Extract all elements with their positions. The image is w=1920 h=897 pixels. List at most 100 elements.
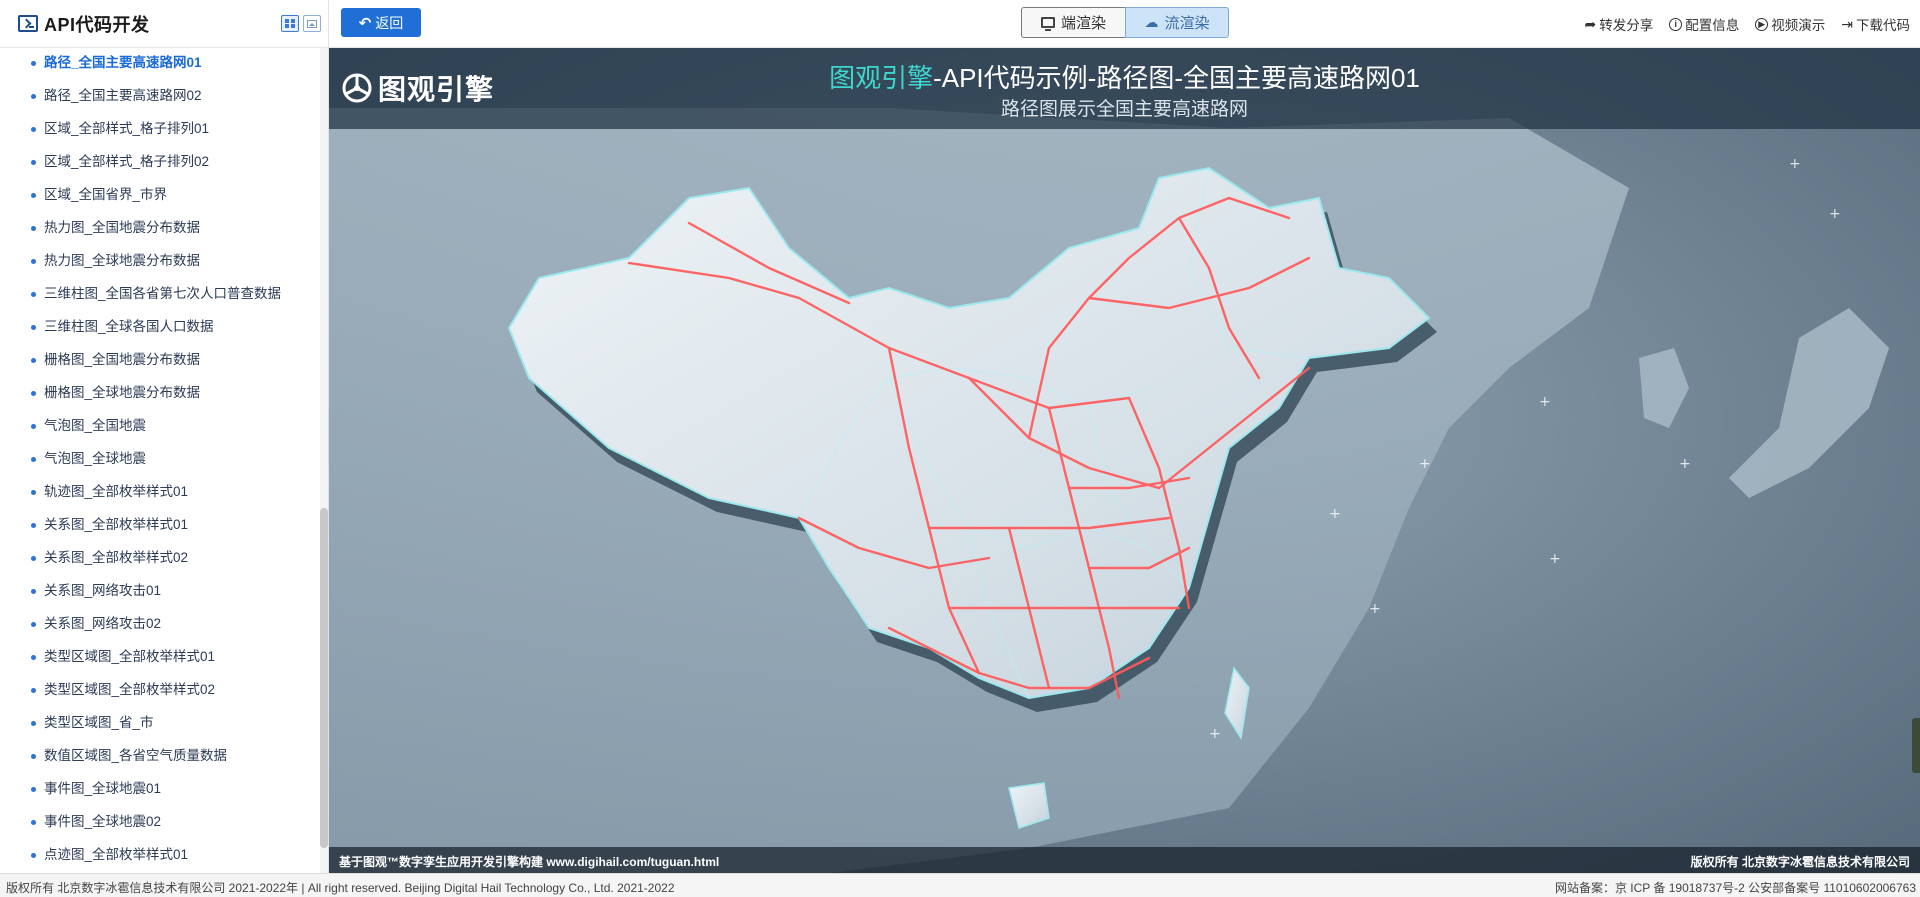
example-list-item[interactable]: 关系图_网络攻击01 xyxy=(0,576,318,609)
example-list-item[interactable]: 类型区域图_省_市 xyxy=(0,708,318,741)
scene-title-band: 图观引擎 图观引擎-API代码示例-路径图-全国主要高速路网01 路径图展示全国… xyxy=(329,48,1920,129)
example-list-item-label: 关系图_全部枚举样式01 xyxy=(44,517,189,532)
play-icon: ▶ xyxy=(1755,17,1769,31)
scene-bottom-band: 基于图观™数字孪生应用开发引擎构建 www.digihail.com/tugua… xyxy=(329,847,1920,873)
top-toolbar: ↶ 返回 端渲染 ☁ 流渲染 ➦ 转发分享 i 配置信息 ▶ 视频演示 ⇥ 下载… xyxy=(329,0,1920,48)
example-list-item-label: 栅格图_全国地震分布数据 xyxy=(44,352,201,367)
map-side-handle[interactable] xyxy=(1912,718,1920,773)
grid-view-toggle[interactable] xyxy=(281,15,299,32)
example-list-item-label: 栅格图_全球地震分布数据 xyxy=(44,385,201,400)
footer-copyright: 版权所有 北京数字冰雹信息技术有限公司 2021-2022年 | All rig… xyxy=(6,881,675,895)
example-list-item[interactable]: 类型区域图_全部枚举样式02 xyxy=(0,675,318,708)
image-view-icon xyxy=(307,19,317,28)
video-label: 视频演示 xyxy=(1771,18,1826,33)
example-list-item-label: 关系图_网络攻击02 xyxy=(44,616,162,631)
share-label: 转发分享 xyxy=(1599,18,1654,33)
example-list-item-label: 区域_全国省界_市界 xyxy=(44,187,168,202)
example-list-item-label: 路径_全国主要高速路网02 xyxy=(44,88,202,103)
example-list-item[interactable]: 路径_全国主要高速路网01 xyxy=(0,48,318,81)
scene-subtitle: 路径图展示全国主要高速路网 xyxy=(1000,99,1248,120)
sidebar: API代码开发 路径_全国主要高速路网01 路径_全国主要高速路网02 区域_全部样… xyxy=(0,0,329,873)
svg-text:+: + xyxy=(1789,156,1801,172)
top-actions: ➦ 转发分享 i 配置信息 ▶ 视频演示 ⇥ 下载代码 xyxy=(1585,14,1910,34)
sidebar-title: API代码开发 xyxy=(44,14,150,35)
stream-render-button[interactable]: ☁ 流渲染 xyxy=(1125,7,1229,38)
sidebar-header: API代码开发 xyxy=(0,0,328,48)
example-list-item-label: 三维柱图_全国各省第七次人口普查数据 xyxy=(44,286,282,301)
example-list-item[interactable]: 气泡图_全球地震 xyxy=(0,444,318,477)
sidebar-scrollbar-thumb[interactable] xyxy=(320,508,328,848)
example-list-item[interactable]: 区域_全部样式_格子排列02 xyxy=(0,147,318,180)
example-list-item-label: 路径_全国主要高速路网01 xyxy=(44,55,202,70)
scene-title: 图观引擎-API代码示例-路径图-全国主要高速路网01 xyxy=(329,58,1920,95)
download-button[interactable]: ⇥ 下载代码 xyxy=(1841,14,1910,34)
example-list-item[interactable]: 热力图_全国地震分布数据 xyxy=(0,213,318,246)
example-list-item[interactable]: 气泡图_全国地震 xyxy=(0,411,318,444)
app-root: API代码开发 路径_全国主要高速路网01 路径_全国主要高速路网02 区域_全部样… xyxy=(0,0,1920,897)
svg-text:+: + xyxy=(1549,551,1561,567)
china-highway-map[interactable]: + + + + + + + + + xyxy=(329,48,1920,873)
example-list-item[interactable]: 栅格图_全球地震分布数据 xyxy=(0,378,318,411)
svg-text:+: + xyxy=(1829,206,1841,222)
example-list-item[interactable]: 关系图_网络攻击02 xyxy=(0,609,318,642)
example-list-item[interactable]: 栅格图_全国地震分布数据 xyxy=(0,345,318,378)
example-list-item-label: 区域_全部样式_格子排列01 xyxy=(44,121,210,136)
render-mode-switch: 端渲染 ☁ 流渲染 xyxy=(1021,7,1229,38)
stream-render-label: 流渲染 xyxy=(1164,15,1210,32)
example-list-item-label: 类型区域图_全部枚举样式01 xyxy=(44,649,216,664)
scene-title-accent: 图观引擎 xyxy=(829,63,934,93)
map-viewport[interactable]: + + + + + + + + + 图观引擎 图观引擎-API代码示例-路径图-… xyxy=(329,48,1920,873)
example-list-item[interactable]: 类型区域图_全部枚举样式01 xyxy=(0,642,318,675)
example-list-item-label: 事件图_全球地震01 xyxy=(44,781,162,796)
svg-text:+: + xyxy=(1209,726,1221,742)
image-view-toggle[interactable] xyxy=(303,15,321,32)
config-button[interactable]: i 配置信息 xyxy=(1669,14,1739,34)
svg-text:+: + xyxy=(1539,394,1551,410)
example-list-item[interactable]: 数值区域图_各省空气质量数据 xyxy=(0,741,318,774)
download-label: 下载代码 xyxy=(1856,18,1910,33)
client-render-button[interactable]: 端渲染 xyxy=(1021,7,1125,38)
share-button[interactable]: ➦ 转发分享 xyxy=(1585,14,1654,34)
svg-text:+: + xyxy=(1329,506,1341,522)
grid-view-icon xyxy=(285,19,295,28)
view-toggles xyxy=(281,15,321,32)
example-list-item[interactable]: 热力图_全球地震分布数据 xyxy=(0,246,318,279)
map-copyright: 版权所有 北京数字冰雹信息技术有限公司 xyxy=(1690,855,1910,869)
config-label: 配置信息 xyxy=(1685,18,1740,33)
scene-title-rest: -API代码示例-路径图-全国主要高速路网01 xyxy=(933,63,1420,93)
example-list-item[interactable]: 关系图_全部枚举样式02 xyxy=(0,543,318,576)
example-list-item-label: 关系图_网络攻击01 xyxy=(44,583,162,598)
example-list-item[interactable]: 事件图_全球地震02 xyxy=(0,807,318,840)
example-list-item-label: 点迹图_全部枚举样式01 xyxy=(44,847,189,862)
example-list-item-label: 区域_全部样式_格子排列02 xyxy=(44,154,210,169)
example-list-item[interactable]: 区域_全部样式_格子排列01 xyxy=(0,114,318,147)
example-list-item[interactable]: 路径_全国主要高速路网02 xyxy=(0,81,318,114)
client-render-label: 端渲染 xyxy=(1060,15,1106,32)
example-list-item-label: 三维柱图_全球各国人口数据 xyxy=(44,319,214,334)
example-list-item-label: 事件图_全球地震02 xyxy=(44,814,162,829)
example-list-item-label: 热力图_全国地震分布数据 xyxy=(44,220,201,235)
svg-text:+: + xyxy=(1679,456,1691,472)
svg-text:+: + xyxy=(1369,601,1381,617)
example-list-item-label: 数值区域图_各省空气质量数据 xyxy=(44,748,228,763)
monitor-icon xyxy=(1040,17,1055,31)
example-list-item[interactable]: 事件图_全球地震01 xyxy=(0,774,318,807)
example-list-item-label: 类型区域图_省_市 xyxy=(44,715,154,730)
example-list-item[interactable]: 三维柱图_全国各省第七次人口普查数据 xyxy=(0,279,318,312)
example-list-item[interactable]: 关系图_全部枚举样式01 xyxy=(0,510,318,543)
example-list-item-label: 气泡图_全球地震 xyxy=(44,451,147,466)
video-button[interactable]: ▶ 视频演示 xyxy=(1755,14,1825,34)
back-arrow-icon: ↶ xyxy=(358,14,372,32)
back-button-label: 返回 xyxy=(375,14,404,31)
footer-icp: 网站备案：京 ICP 备 19018737号-2 公安部备案号 11010602… xyxy=(1554,881,1916,895)
download-icon: ⇥ xyxy=(1841,15,1853,32)
example-list-item[interactable]: 区域_全国省界_市界 xyxy=(0,180,318,213)
back-button[interactable]: ↶ 返回 xyxy=(341,8,421,37)
terminal-icon xyxy=(18,15,38,32)
example-list-item[interactable]: 轨迹图_全部枚举样式01 xyxy=(0,477,318,510)
example-list-item[interactable]: 点迹图_全部枚举样式01 xyxy=(0,840,318,873)
svg-text:+: + xyxy=(1419,456,1431,472)
example-list-item-label: 类型区域图_全部枚举样式02 xyxy=(44,682,216,697)
example-list-item[interactable]: 三维柱图_全球各国人口数据 xyxy=(0,312,318,345)
share-icon: ➦ xyxy=(1584,15,1597,32)
